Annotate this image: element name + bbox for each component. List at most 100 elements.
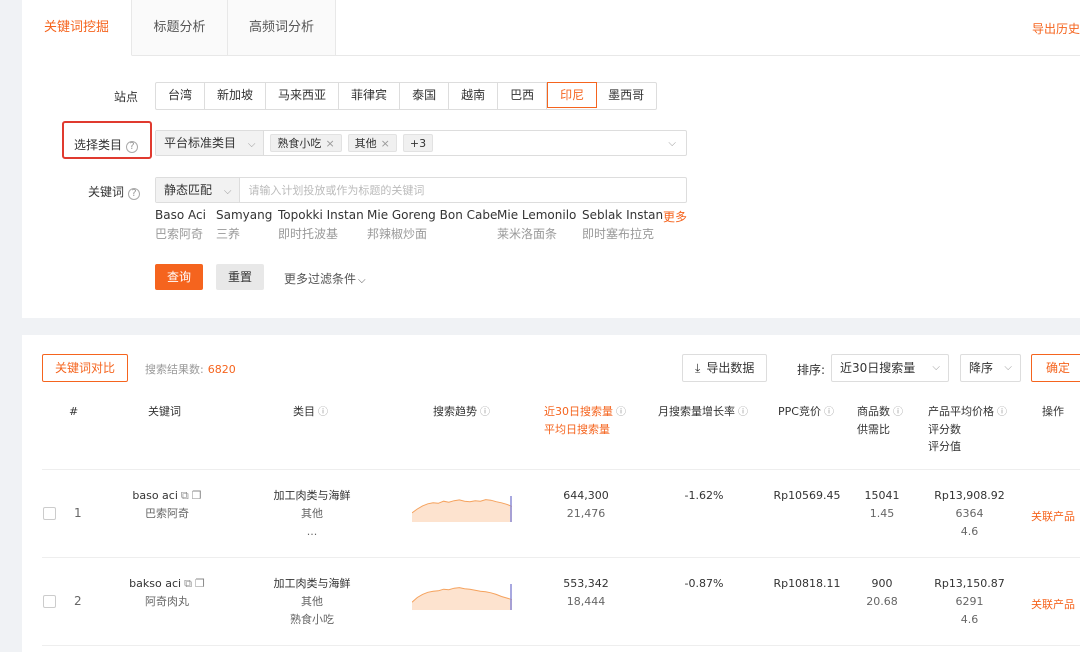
keyword-suggestion[interactable]: Baso Aci 巴索阿奇	[155, 208, 206, 242]
keyword-link[interactable]: bakso aci	[129, 577, 181, 590]
site-label: 站点	[113, 90, 138, 104]
header-ppc: PPC竞价 ⓘ	[778, 405, 834, 418]
keyword-label: 关键词?	[88, 183, 141, 200]
site-vietnam[interactable]: 越南	[449, 83, 499, 109]
row-checkbox[interactable]	[43, 595, 56, 608]
header-category: 类目 ⓘ	[293, 405, 328, 418]
category-select[interactable]: 平台标准类目 ⌵ 熟食小吃 × 其他 × +3 ⌵	[155, 130, 687, 156]
price-cell: Rp13,908.92 6364 4.6	[934, 489, 1005, 538]
category-cell: 加工肉类与海鲜 其他 熟食小吃	[273, 577, 351, 626]
tab-divider	[334, 55, 1080, 56]
site-thailand[interactable]: 泰国	[400, 83, 450, 109]
site-mexico[interactable]: 墨西哥	[596, 83, 656, 109]
confirm-button[interactable]: 确定	[1031, 354, 1080, 382]
export-data-button[interactable]: ⤓ 导出数据	[682, 354, 768, 382]
keyword-link[interactable]: baso aci	[132, 489, 178, 502]
close-icon[interactable]: ×	[381, 137, 390, 150]
row-divider	[42, 557, 1080, 558]
category-type-select[interactable]: 平台标准类目 ⌵	[156, 131, 265, 155]
help-icon: ⓘ	[616, 407, 626, 418]
help-icon: ⓘ	[738, 407, 748, 418]
header-trend: 搜索趋势 ⓘ	[433, 405, 490, 418]
growth-cell: -1.62%	[684, 489, 724, 502]
chevron-down-icon: ⌵	[223, 186, 232, 197]
site-selector: 台湾 新加坡 马来西亚 菲律宾 泰国 越南 巴西 印尼 墨西哥	[155, 82, 658, 110]
help-icon: ⓘ	[893, 407, 903, 418]
category-cell: 加工肉类与海鲜 其他...	[273, 489, 351, 538]
help-icon: ⓘ	[318, 407, 328, 418]
site-philippines[interactable]: 菲律宾	[339, 83, 401, 109]
query-button[interactable]: 查询	[155, 264, 204, 290]
tab-bar: 关键词挖掘 标题分析 高频词分析	[22, 0, 336, 56]
keyword-input[interactable]	[248, 183, 669, 197]
more-suggestions-link[interactable]: 更多	[663, 208, 687, 225]
header-search-volume[interactable]: 近30日搜索量 ⓘ 平均日搜索量	[544, 403, 626, 438]
header-action: 操作	[1042, 405, 1064, 418]
header-keyword: 关键词	[148, 405, 181, 418]
export-history-link[interactable]: 导出历史	[1032, 20, 1080, 37]
site-brazil[interactable]: 巴西	[498, 83, 548, 109]
category-chip: 熟食小吃 ×	[270, 134, 342, 152]
ppc-cell: Rp10818.11	[773, 577, 841, 590]
help-icon: ⓘ	[823, 407, 834, 418]
site-singapore[interactable]: 新加坡	[205, 83, 267, 109]
keyword-suggestion[interactable]: Topokki Instan 即时托波基	[278, 208, 364, 242]
category-label: 选择类目?	[74, 136, 139, 153]
close-icon[interactable]: ×	[325, 137, 334, 150]
ppc-cell: Rp10569.45	[773, 489, 841, 502]
external-link-icon[interactable]: ⧉	[181, 489, 189, 502]
sort-field-select[interactable]: 近30日搜索量 ⌵	[831, 354, 949, 382]
header-products: 商品数 ⓘ 供需比	[857, 405, 903, 436]
reset-button[interactable]: 重置	[216, 264, 265, 290]
download-icon: ⤓	[695, 361, 701, 375]
header-growth: 月搜索量增长率 ⓘ	[658, 405, 748, 418]
products-cell: 15041 1.45	[864, 489, 900, 520]
keyword-suggestion[interactable]: Samyang 三养	[216, 208, 272, 242]
chevron-down-icon: ⌵	[932, 362, 940, 373]
external-link-icon[interactable]: ⧉	[184, 577, 192, 590]
search-trend-sparkline	[412, 496, 512, 522]
site-indonesia[interactable]: 印尼	[547, 82, 598, 108]
chevron-down-icon: ⌵	[1004, 362, 1012, 373]
more-filters-toggle[interactable]: 更多过滤条件 ⌵	[284, 270, 366, 287]
row-number: 2	[74, 594, 82, 608]
products-cell: 900 20.68	[866, 577, 898, 608]
help-icon: ?	[126, 141, 139, 153]
keyword-suggestion[interactable]: Mie Lemonilo 莱米洛面条	[497, 208, 576, 242]
keyword-cell: baso aci ⧉ ❐ 巴索阿奇	[132, 489, 202, 520]
site-taiwan[interactable]: 台湾	[156, 83, 206, 109]
header-index: #	[69, 405, 79, 418]
header-price: 产品平均价格 ⓘ 评分数 评分值	[928, 405, 1007, 453]
help-icon: ⓘ	[997, 407, 1007, 418]
match-type-select[interactable]: 静态匹配 ⌵	[156, 178, 241, 202]
copy-icon[interactable]: ❐	[192, 489, 202, 502]
tab-high-frequency[interactable]: 高频词分析	[228, 0, 336, 56]
trend-area	[412, 587, 512, 610]
keyword-cell: bakso aci ⧉ ❐ 阿奇肉丸	[129, 577, 205, 608]
keyword-compare-button[interactable]: 关键词对比	[42, 354, 129, 382]
trend-area	[412, 499, 512, 522]
price-cell: Rp13,150.87 6291 4.6	[934, 577, 1005, 626]
row-divider	[42, 645, 1080, 646]
row-checkbox[interactable]	[43, 507, 56, 520]
keyword-suggestion[interactable]: Seblak Instan 即时塞布拉克	[582, 208, 663, 242]
chevron-down-icon: ⌵	[358, 275, 366, 286]
result-count: 搜索结果数: 6820	[145, 363, 236, 376]
copy-icon[interactable]: ❐	[195, 577, 205, 590]
chevron-down-icon: ⌵	[247, 139, 256, 150]
site-malaysia[interactable]: 马来西亚	[266, 83, 340, 109]
search-volume-cell: 553,342 18,444	[563, 577, 609, 608]
chevron-down-icon[interactable]: ⌵	[668, 138, 676, 149]
category-more-chip[interactable]: +3	[402, 134, 434, 152]
header-divider	[42, 469, 1080, 470]
growth-cell: -0.87%	[684, 577, 724, 590]
keyword-suggestion[interactable]: Mie Goreng Bon Cabe 邦辣椒炒面	[367, 208, 497, 242]
tab-title-analysis[interactable]: 标题分析	[132, 0, 228, 56]
related-products-link[interactable]: 关联产品	[1031, 596, 1075, 612]
keyword-search-box: 静态匹配 ⌵	[155, 177, 687, 203]
tab-keyword-mining[interactable]: 关键词挖掘	[22, 0, 132, 56]
search-volume-cell: 644,300 21,476	[563, 489, 609, 520]
related-products-link[interactable]: 关联产品	[1031, 508, 1075, 524]
category-chip: 其他 ×	[347, 134, 397, 152]
sort-order-select[interactable]: 降序 ⌵	[960, 354, 1021, 382]
